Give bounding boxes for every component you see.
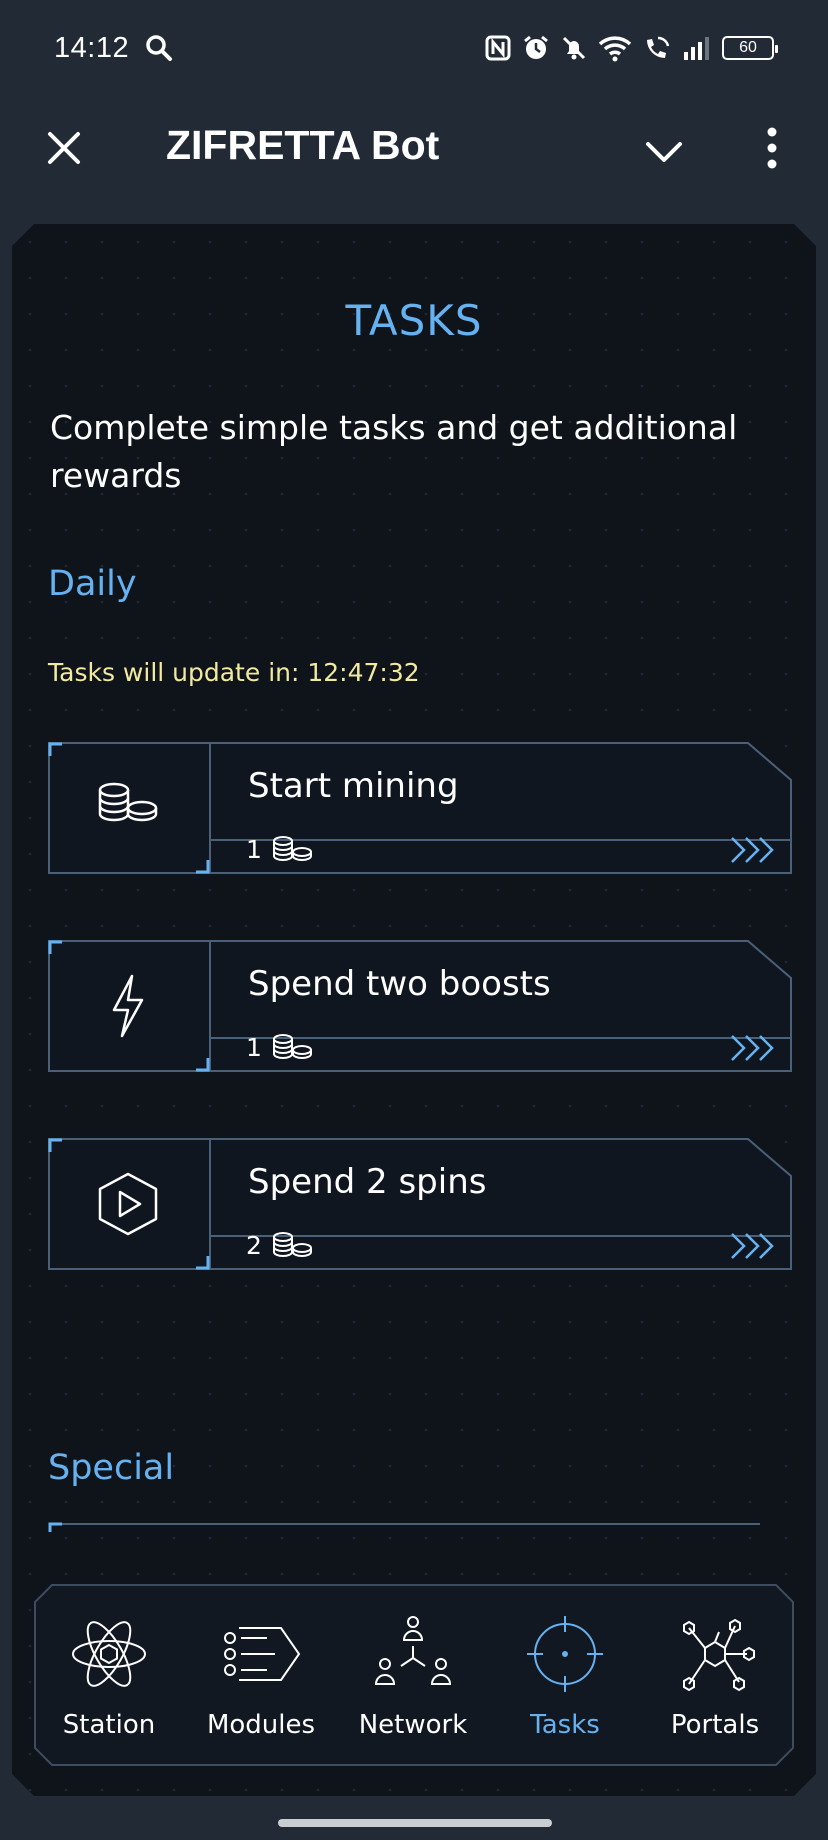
task-reward-value: 2: [246, 1230, 262, 1260]
portals-icon: [683, 1618, 755, 1692]
task-title: Start mining: [248, 766, 459, 806]
special-card-edge: [48, 1522, 760, 1532]
nav-label: Tasks: [530, 1710, 600, 1740]
task-reward-value: 1: [246, 834, 262, 864]
crosshair-icon: [527, 1616, 603, 1692]
coins-icon: [272, 836, 312, 861]
signal-icon: [684, 37, 709, 60]
mute-bell-icon: [562, 36, 586, 60]
task-reward: 1: [246, 1032, 314, 1062]
battery-level: 60: [739, 39, 757, 56]
nav-label: Network: [358, 1710, 468, 1740]
battery-indicator: 60: [722, 36, 778, 60]
task-card[interactable]: Spend two boosts 1: [48, 940, 792, 1072]
nav-label: Modules: [206, 1710, 316, 1740]
wifi-call-icon: [647, 36, 670, 58]
chevron-down-icon[interactable]: [644, 132, 684, 172]
task-reward-value: 1: [246, 1032, 262, 1062]
task-title: Spend two boosts: [248, 964, 551, 1004]
lightning-icon: [112, 974, 144, 1038]
coins-icon: [272, 1034, 312, 1059]
page-subtitle: Complete simple tasks and get additional…: [50, 408, 738, 495]
task-card[interactable]: Spend 2 spins 2: [48, 1138, 792, 1270]
nav-item-station[interactable]: Station: [34, 1584, 184, 1766]
bottom-nav: Station Modules Network Tasks Portals: [34, 1584, 794, 1766]
wifi-icon: [598, 36, 632, 62]
nav-item-portals[interactable]: Portals: [640, 1584, 790, 1766]
task-reward: 1: [246, 834, 314, 864]
search-icon: [146, 35, 173, 61]
coins-icon: [272, 1232, 312, 1257]
nav-item-modules[interactable]: Modules: [186, 1584, 336, 1766]
nav-item-network[interactable]: Network: [338, 1584, 488, 1766]
nav-item-tasks[interactable]: Tasks: [490, 1584, 640, 1766]
update-timer: Tasks will update in: 12:47:32: [48, 658, 420, 687]
status-time: 14:12: [54, 31, 130, 64]
go-arrows-icon[interactable]: [728, 834, 776, 866]
modules-icon: [224, 1627, 301, 1681]
task-card[interactable]: Start mining 1: [48, 742, 792, 874]
task-title: Spend 2 spins: [248, 1162, 487, 1202]
page-title: TASKS: [345, 296, 483, 345]
network-icon: [374, 1616, 452, 1685]
atom-icon: [72, 1621, 146, 1687]
task-reward: 2: [246, 1230, 314, 1260]
nfc-icon: [485, 35, 511, 61]
screen: 14:12 60 ZIFRETTA Bot TASKS Complete sim…: [0, 0, 828, 1840]
coins-icon: [98, 782, 158, 822]
alarm-icon: [524, 35, 548, 59]
nav-label: Station: [62, 1710, 156, 1740]
go-arrows-icon[interactable]: [728, 1032, 776, 1064]
home-indicator[interactable]: [278, 1819, 552, 1827]
tasks-panel: TASKS Complete simple tasks and get addi…: [12, 224, 816, 1796]
nav-label: Portals: [670, 1710, 760, 1740]
status-bar: 14:12 60: [0, 0, 828, 96]
section-heading-special: Special: [48, 1448, 175, 1488]
more-vert-icon[interactable]: [762, 126, 782, 170]
section-heading-daily: Daily: [48, 564, 137, 604]
app-title: ZIFRETTA Bot: [166, 122, 440, 168]
go-arrows-icon[interactable]: [728, 1230, 776, 1262]
close-icon[interactable]: [46, 130, 82, 166]
play-hexagon-icon: [98, 1172, 158, 1236]
